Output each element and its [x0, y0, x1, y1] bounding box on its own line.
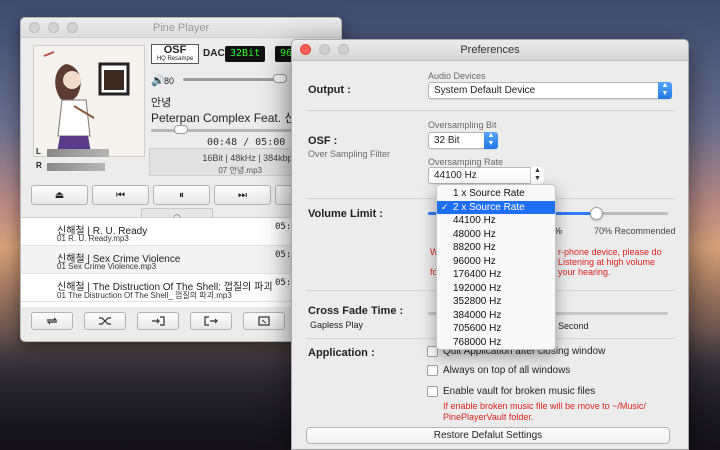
preferences-titlebar: Preferences	[292, 40, 688, 61]
level-meter: L R	[33, 147, 145, 175]
zoom-button[interactable]	[338, 44, 349, 55]
zoom-button[interactable]	[67, 22, 78, 33]
meter-left-label: L	[36, 147, 41, 156]
bit-depth-display: 32Bit	[225, 46, 266, 62]
minimize-button[interactable]	[319, 44, 330, 55]
meter-right-label: R	[36, 161, 42, 170]
import-button[interactable]	[137, 312, 179, 330]
menu-item-1x-source-rate[interactable]: 1 x Source Rate	[437, 187, 555, 201]
close-button[interactable]	[300, 44, 311, 55]
crossfade-label: Cross Fade Time :	[308, 305, 404, 317]
checkmark-icon: ✓	[441, 201, 449, 212]
menu-item-96000[interactable]: 96000 Hz	[437, 255, 555, 269]
previous-icon: ⏮	[116, 189, 125, 201]
menu-item-352800[interactable]: 352800 Hz	[437, 295, 555, 309]
menu-item-88200[interactable]: 88200 Hz	[437, 241, 555, 255]
eject-icon: ⏏	[54, 189, 65, 201]
menu-item-705600[interactable]: 705600 Hz	[437, 322, 555, 336]
dac-label: DAC	[203, 48, 225, 59]
divider	[306, 110, 674, 111]
oversampling-bit-label: Oversampling Bit	[428, 120, 497, 130]
eject-button[interactable]: ⏏	[31, 185, 88, 205]
shuffle-icon	[99, 317, 111, 325]
menu-item-44100[interactable]: 44100 Hz	[437, 214, 555, 228]
volume-limit-thumb[interactable]	[589, 207, 603, 220]
player-title: Pine Player	[152, 22, 210, 34]
chevron-updown-icon: ▲ ▼	[530, 167, 544, 184]
always-on-top-checkbox[interactable]	[427, 365, 438, 376]
vault-note-line-1: If enable broken music file will be move…	[443, 401, 646, 411]
shuffle-button[interactable]	[84, 312, 126, 330]
import-icon	[152, 316, 165, 326]
minimize-button[interactable]	[48, 22, 59, 33]
file-info: 07 안녕.mp3	[218, 166, 262, 175]
oversampling-rate-menu: 1 x Source Rate ✓ 2 x Source Rate 44100 H…	[436, 184, 556, 350]
volume-value: 80	[164, 76, 175, 86]
crossfade-sublabel: Gapless Play	[310, 320, 364, 330]
speaker-icon: 🔊	[151, 75, 165, 87]
warning-line-1: r-phone device, please do	[558, 247, 662, 257]
warning-line-2: Listening at high volume	[558, 257, 656, 267]
album-art-image	[34, 46, 144, 156]
osf-label: OSF :	[308, 135, 338, 147]
repeat-button[interactable]	[31, 312, 73, 330]
osf-sublabel: Over Sampling Filter	[308, 149, 391, 159]
repeat-icon	[46, 317, 58, 325]
vault-checkbox[interactable]	[427, 386, 438, 397]
pause-icon: ⏸	[179, 189, 184, 201]
restore-defaults-button[interactable]: Restore Defalut Settings	[306, 427, 670, 444]
playback-time: 00:48 / 05:00	[207, 137, 286, 148]
meter-left-bar	[47, 149, 109, 157]
output-label: Output :	[308, 84, 351, 96]
close-button[interactable]	[29, 22, 40, 33]
preferences-title: Preferences	[460, 44, 520, 56]
menu-item-2x-source-rate[interactable]: ✓ 2 x Source Rate	[437, 200, 555, 214]
oversampling-rate-label: Oversamping Rate	[428, 157, 504, 167]
menu-item-384000[interactable]: 384000 Hz	[437, 309, 555, 323]
meter-right-bar	[47, 163, 105, 171]
audio-devices-label: Audio Devices	[428, 71, 486, 81]
export-button[interactable]	[190, 312, 232, 330]
osf-indicator: OSF HQ Resampe	[151, 44, 199, 64]
progress-slider-thumb[interactable]	[174, 125, 189, 134]
chevron-updown-icon: ▲ ▼	[658, 82, 672, 99]
warning-line-3: your hearing.	[558, 267, 611, 277]
fullscreen-icon	[258, 316, 270, 326]
crossfade-unit: Second	[558, 321, 589, 331]
album-art	[33, 45, 145, 157]
fullscreen-button[interactable]	[243, 312, 285, 330]
volume-limit-label: Volume Limit :	[308, 208, 383, 220]
menu-item-48000[interactable]: 48000 Hz	[437, 228, 555, 242]
chevron-updown-icon: ▲ ▼	[484, 132, 498, 149]
application-label: Application :	[308, 347, 375, 359]
track-artist: 안녕	[151, 97, 172, 109]
next-icon: ⏭	[238, 189, 247, 201]
menu-item-768000[interactable]: 768000 Hz	[437, 336, 555, 350]
audio-device-select[interactable]: System Default Device ▲ ▼	[428, 82, 672, 99]
export-icon	[204, 316, 218, 326]
menu-item-176400[interactable]: 176400 Hz	[437, 268, 555, 282]
oversampling-bit-select[interactable]: 32 Bit ▲ ▼	[428, 132, 498, 149]
menu-item-192000[interactable]: 192000 Hz	[437, 282, 555, 296]
vault-note-line-2: PinePlayerVault folder.	[443, 412, 534, 422]
pause-button[interactable]: ⏸	[153, 185, 210, 205]
volume-recommended: 70% Recommended	[594, 226, 676, 236]
next-button[interactable]: ⏭	[214, 185, 271, 205]
previous-button[interactable]: ⏮	[92, 185, 149, 205]
vault-option[interactable]: Enable vault for broken music files	[427, 386, 595, 397]
volume-slider[interactable]	[183, 78, 287, 81]
volume-slider-thumb[interactable]	[272, 74, 287, 83]
player-titlebar: Pine Player	[21, 18, 341, 38]
oversampling-rate-select[interactable]: 44100 Hz ▲ ▼	[428, 167, 544, 184]
always-on-top-option[interactable]: Always on top of all windows	[427, 365, 570, 376]
